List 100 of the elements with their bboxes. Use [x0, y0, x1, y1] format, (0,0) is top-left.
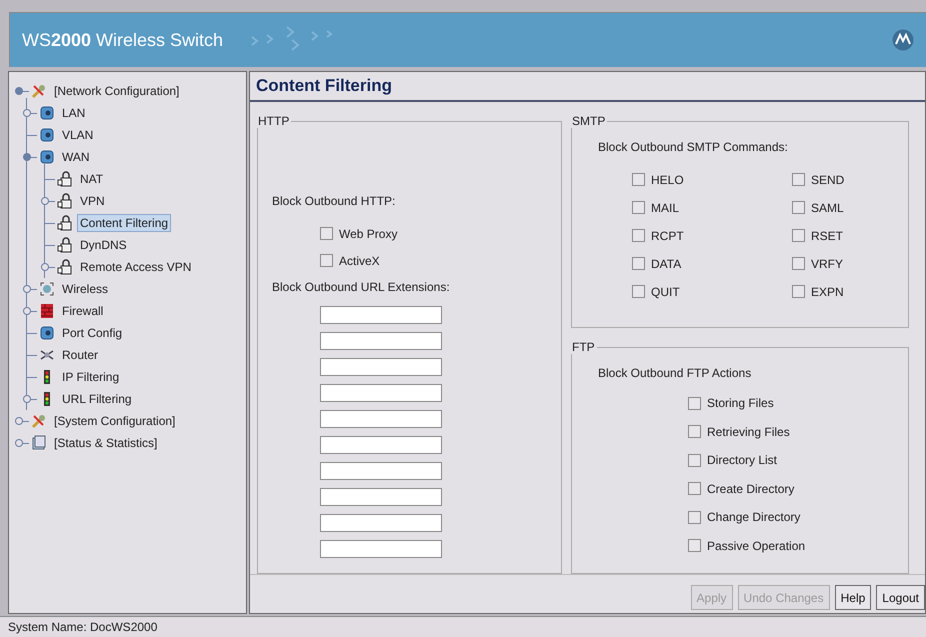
tree-item[interactable]: NAT [77, 170, 106, 188]
checkbox-label: Passive Operation [707, 538, 806, 553]
expand-handle[interactable] [15, 87, 23, 95]
action-button[interactable]: Help [834, 585, 872, 610]
tree-item[interactable]: [Status & Statistics] [51, 434, 160, 452]
expand-handle[interactable] [23, 395, 31, 403]
group-title: FTP [571, 340, 596, 354]
checkbox[interactable] [792, 201, 805, 214]
checkbox[interactable] [792, 285, 805, 298]
input-field[interactable] [320, 332, 442, 350]
checkbox-label: HELO [651, 172, 684, 186]
expand-handle[interactable] [23, 109, 31, 117]
logo-icon [892, 29, 914, 51]
checkbox[interactable] [792, 229, 805, 242]
group-title: SMTP [571, 114, 606, 128]
input-field[interactable] [320, 514, 442, 532]
tree-item[interactable]: DynDNS [77, 236, 130, 254]
input-field[interactable] [320, 436, 442, 454]
section-label: Block Outbound FTP Actions [598, 366, 752, 380]
checkbox[interactable] [688, 482, 701, 496]
checkbox[interactable] [320, 254, 333, 267]
status-bar: System Name: DocWS2000 [0, 616, 926, 637]
checkbox-label: Change Directory [707, 510, 800, 524]
tree-item[interactable]: IP Filtering [59, 368, 122, 386]
checkbox[interactable] [688, 454, 701, 467]
app-title: WS2000 Wireless Switch [22, 30, 224, 50]
firewall-icon [39, 303, 55, 319]
wireless-icon [39, 281, 55, 297]
input-field[interactable] [320, 540, 442, 558]
checkbox[interactable] [320, 227, 333, 240]
checkbox-label: Create Directory [707, 482, 794, 496]
checkbox-label: SAML [811, 200, 844, 214]
checkbox-label: Web Proxy [339, 226, 398, 240]
network-icon [39, 325, 55, 341]
expand-handle[interactable] [23, 153, 31, 161]
network-icon [39, 127, 55, 143]
tree-item[interactable]: WAN [59, 148, 93, 166]
action-button[interactable]: Logout [876, 585, 925, 610]
padlock-icon [57, 215, 73, 231]
tree-item[interactable]: Firewall [59, 302, 106, 320]
tree-item[interactable]: [System Configuration] [51, 412, 178, 430]
checkbox-label: Retrieving Files [707, 424, 790, 439]
checkbox-label: ActiveX [339, 254, 380, 268]
tree-item[interactable]: Router [59, 346, 102, 364]
section-label: Block Outbound SMTP Commands: [598, 140, 789, 154]
tree-item[interactable]: LAN [59, 104, 88, 122]
folder-icon [31, 435, 47, 451]
tree-item[interactable]: VPN [77, 192, 108, 210]
checkbox-label: MAIL [651, 200, 680, 214]
expand-handle[interactable] [41, 197, 49, 205]
checkbox[interactable] [688, 425, 701, 438]
checkbox-label: RCPT [651, 228, 684, 242]
input-field[interactable] [320, 410, 442, 428]
group-title: HTTP [257, 114, 290, 128]
checkbox-label: Storing Files [707, 396, 774, 410]
tools-icon [31, 83, 47, 99]
checkbox[interactable] [632, 201, 645, 214]
expand-handle[interactable] [15, 439, 23, 447]
input-field[interactable] [320, 358, 442, 376]
expand-handle[interactable] [15, 417, 23, 425]
checkbox-label: Directory List [707, 453, 778, 468]
checkbox[interactable] [632, 229, 645, 242]
tree-item[interactable]: Port Config [59, 324, 126, 342]
tree-item[interactable]: [Network Configuration] [51, 82, 182, 100]
input-field[interactable] [320, 462, 442, 480]
expand-handle[interactable] [23, 285, 31, 293]
expand-handle[interactable] [23, 307, 31, 315]
tree-item[interactable]: Wireless [59, 280, 112, 298]
network-icon [39, 105, 55, 121]
padlock-icon [57, 259, 73, 275]
page-title: Content Filtering [250, 72, 925, 102]
padlock-icon [57, 237, 73, 253]
tree-item[interactable]: Content Filtering [77, 214, 172, 232]
checkbox-label: RSET [811, 228, 844, 242]
input-field[interactable] [320, 384, 442, 402]
section-label: Block Outbound URL Extensions: [272, 280, 450, 294]
checkbox[interactable] [792, 257, 805, 270]
tools-icon [31, 413, 47, 429]
checkbox[interactable] [688, 396, 701, 410]
checkbox[interactable] [688, 539, 701, 552]
checkbox[interactable] [632, 173, 645, 186]
checkbox-label: SEND [811, 172, 844, 186]
checkbox-label: VRFY [811, 256, 844, 270]
checkbox[interactable] [792, 173, 805, 186]
checkbox-label: EXPN [811, 284, 844, 298]
tree-item[interactable]: VLAN [59, 126, 96, 144]
checkbox[interactable] [632, 257, 645, 270]
checkbox-label: QUIT [651, 284, 680, 298]
input-field[interactable] [320, 488, 442, 506]
network-icon [39, 149, 55, 165]
expand-handle[interactable] [41, 263, 49, 271]
input-field[interactable] [320, 306, 442, 324]
checkbox-label: DATA [651, 256, 682, 270]
checkbox[interactable] [688, 510, 701, 524]
padlock-icon [57, 193, 73, 209]
tree-item[interactable]: URL Filtering [59, 390, 135, 408]
padlock-icon [57, 171, 73, 187]
tree-item[interactable]: Remote Access VPN [77, 258, 194, 276]
checkbox[interactable] [632, 285, 645, 298]
section-label: Block Outbound HTTP: [272, 194, 396, 208]
